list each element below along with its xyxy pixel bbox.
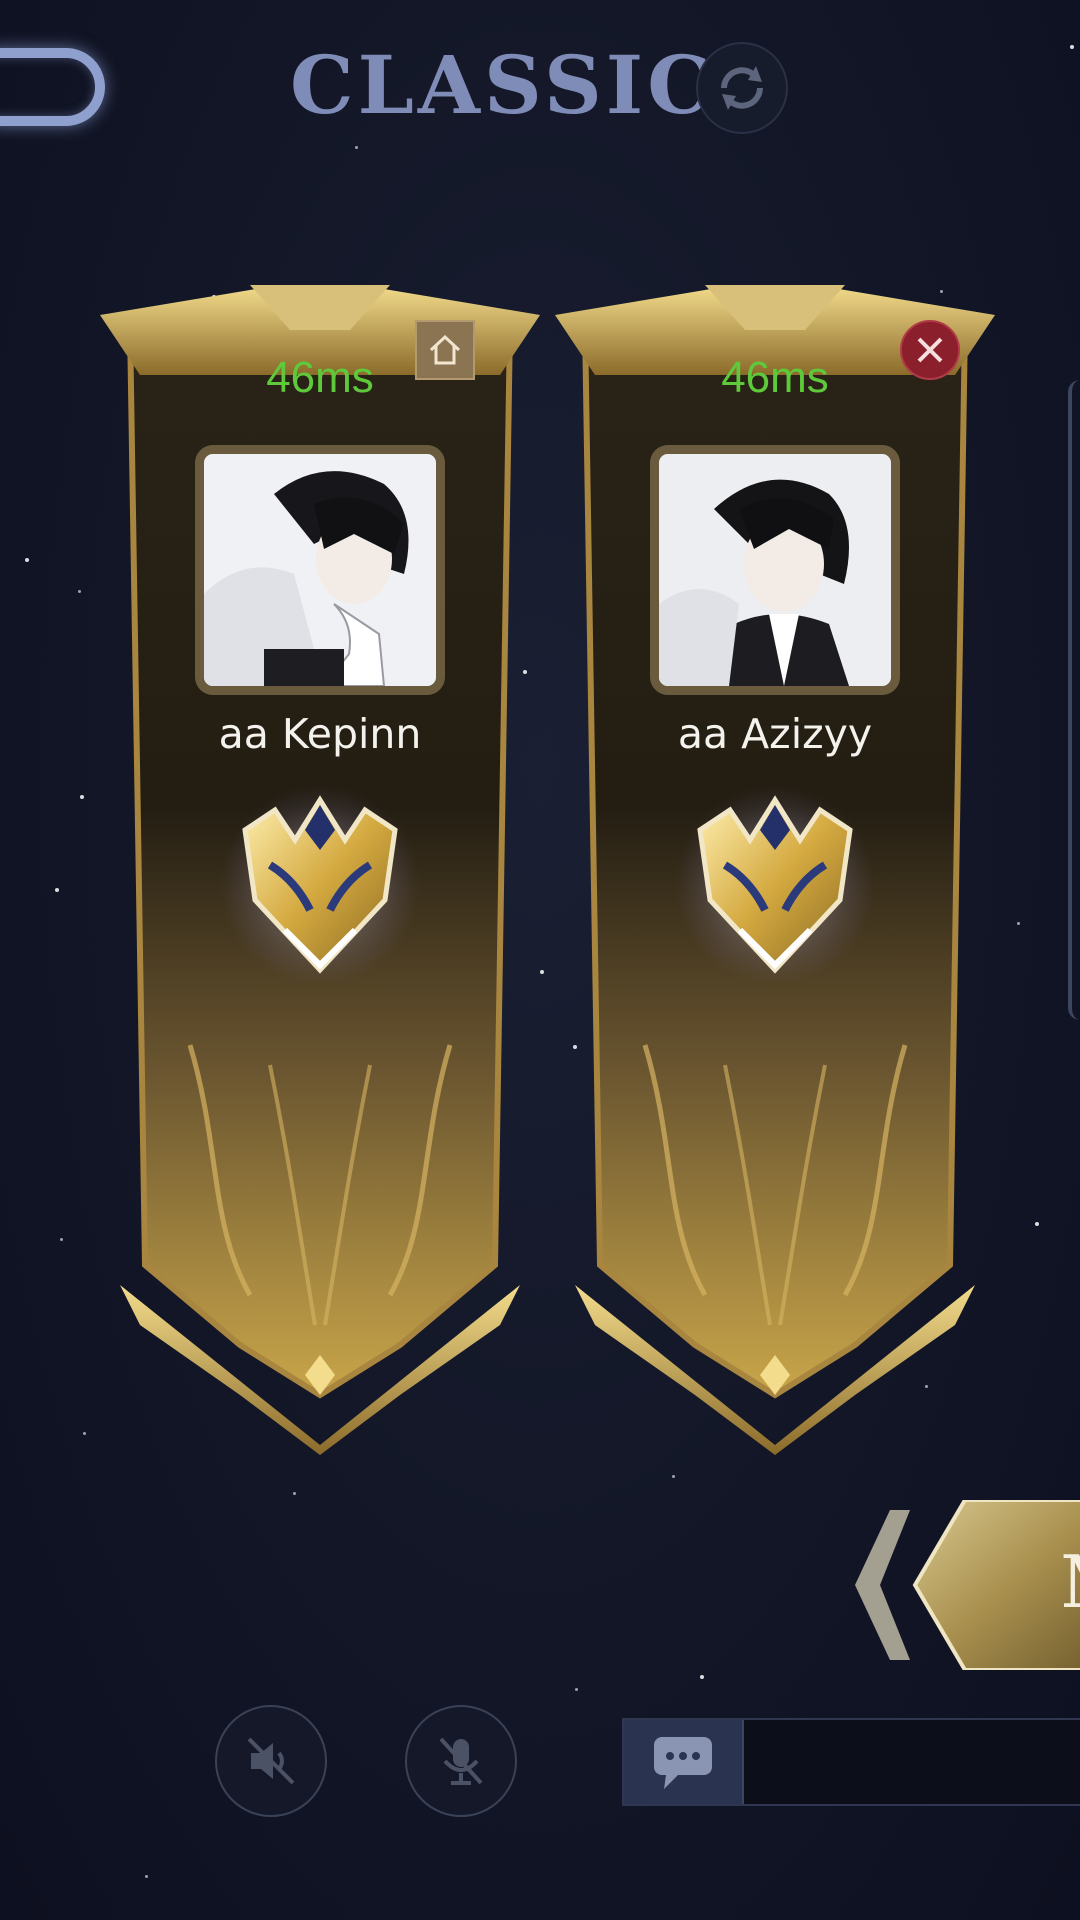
home-icon bbox=[429, 334, 461, 365]
player-name: aa Azizyy bbox=[677, 710, 873, 758]
ready-button-frame bbox=[855, 1498, 1080, 1672]
rank-emblem-icon bbox=[675, 785, 875, 985]
refresh-button[interactable] bbox=[696, 42, 788, 134]
start-match-button[interactable]: M bbox=[850, 1498, 1080, 1672]
speaker-toggle-button[interactable] bbox=[215, 1705, 327, 1817]
microphone-toggle-button[interactable] bbox=[405, 1705, 517, 1817]
chat-button[interactable] bbox=[624, 1720, 744, 1804]
player-name: aa Kepinn bbox=[218, 710, 422, 758]
rank-emblem-icon bbox=[220, 785, 420, 985]
avatar bbox=[195, 445, 445, 695]
anime-boy-avatar bbox=[204, 454, 436, 686]
home-button[interactable] bbox=[415, 320, 475, 380]
microphone-muted-icon bbox=[439, 1737, 483, 1785]
refresh-icon bbox=[721, 66, 763, 110]
anime-boy-avatar bbox=[659, 454, 891, 686]
back-button[interactable] bbox=[0, 48, 105, 126]
remove-player-button[interactable] bbox=[900, 320, 960, 380]
chat-input-bar[interactable] bbox=[622, 1718, 1080, 1806]
avatar bbox=[650, 445, 900, 695]
close-icon bbox=[917, 337, 943, 363]
speaker-muted-icon bbox=[247, 1737, 295, 1785]
game-mode-title: CLASSIC bbox=[290, 38, 715, 132]
chat-bubble-icon bbox=[654, 1737, 712, 1789]
player-slot-1[interactable]: 46ms aa Kepinn bbox=[100, 285, 540, 1455]
start-match-label: M bbox=[1060, 1540, 1080, 1624]
player-slot-2[interactable]: 46ms aa Azizyy bbox=[555, 285, 995, 1455]
side-panel-edge bbox=[1068, 380, 1080, 1020]
